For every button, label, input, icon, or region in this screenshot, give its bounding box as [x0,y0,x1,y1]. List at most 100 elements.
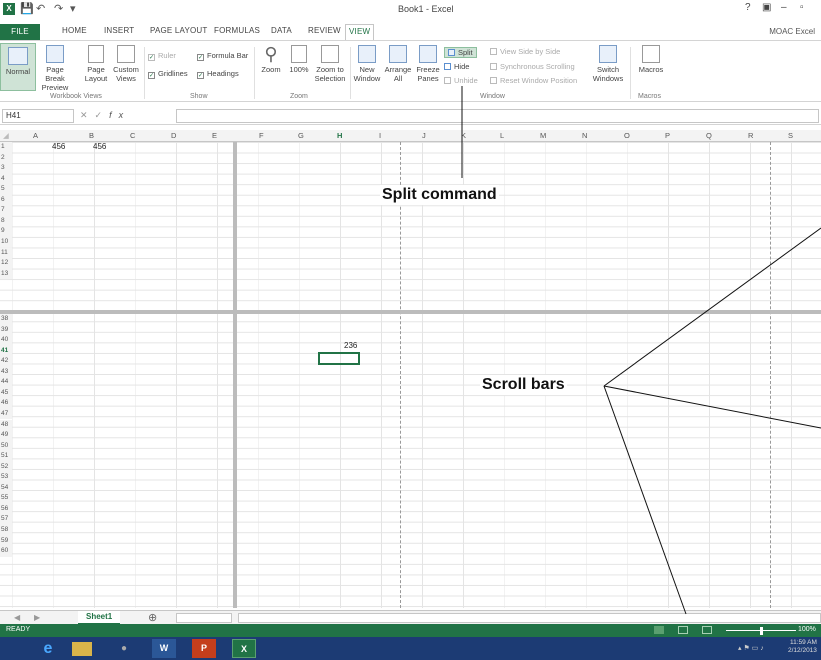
arrange-all-button[interactable]: Arrange All [383,45,413,83]
column-header-q[interactable]: Q [706,131,712,140]
zoom-level[interactable]: 100% [798,626,816,633]
formula-bar-checkbox[interactable]: ✓ Formula Bar [197,51,248,61]
row-header[interactable]: 4 [0,173,12,185]
page-layout-status-icon[interactable] [678,626,688,634]
powerpoint-icon[interactable]: P [192,639,216,658]
switch-windows-button[interactable]: Switch Windows [592,45,624,83]
row-header[interactable]: 54 [0,482,12,494]
cell-h40[interactable]: 236 [344,341,357,350]
zoom-slider-thumb[interactable] [760,627,763,635]
file-explorer-icon[interactable] [72,642,92,656]
qat-customize-icon[interactable]: ▾ [70,2,76,15]
zoom-to-selection-button[interactable]: Zoom to Selection [313,45,347,83]
account-name[interactable]: MOAC Excel [769,27,815,36]
row-header[interactable]: 41 [0,345,12,357]
zoom-100-button[interactable]: 100% [287,45,311,74]
row-header[interactable]: 42 [0,356,12,367]
freeze-panes-button[interactable]: Freeze Panes [414,45,442,83]
tab-review[interactable]: REVIEW [308,26,341,35]
unhide-button[interactable]: Unhide [444,76,478,85]
column-header-f[interactable]: F [259,131,264,140]
undo-icon[interactable]: ↶ [36,2,45,15]
column-header-g[interactable]: G [298,131,304,140]
horizontal-scrollbar-right[interactable] [238,613,821,623]
word-icon[interactable]: W [152,639,176,658]
row-header[interactable]: 2 [0,152,12,164]
row-header[interactable]: 13 [0,268,12,280]
horizontal-scrollbar-left[interactable] [176,613,232,623]
row-header[interactable]: 39 [0,324,12,336]
tab-data[interactable]: DATA [271,26,292,35]
gridlines-checkbox[interactable]: ✓ Gridlines [148,69,188,79]
row-header[interactable]: 55 [0,493,12,504]
cell-b1[interactable]: 456 [93,142,106,151]
row-header[interactable]: 40 [0,335,12,346]
row-header[interactable]: 48 [0,419,12,430]
row-header[interactable]: 5 [0,184,12,195]
row-header[interactable]: 7 [0,205,12,216]
formula-input[interactable] [176,109,819,123]
cancel-icon[interactable]: ✕ [80,110,95,120]
view-side-by-side-button[interactable]: View Side by Side [490,47,560,56]
row-header[interactable]: 44 [0,377,12,388]
row-header[interactable]: 58 [0,525,12,536]
tab-page-layout[interactable]: PAGE LAYOUT [150,26,207,35]
split-button[interactable]: Split [444,47,477,58]
system-tray-icons[interactable]: ▴ ⚑ ▭ ♪ [738,644,764,652]
page-break-preview-button[interactable]: Page Break Preview [40,45,70,92]
macros-button[interactable]: Macros [636,45,666,74]
row-header[interactable]: 60 [0,546,12,557]
normal-view-status-icon[interactable] [654,626,664,634]
row-header[interactable]: 50 [0,440,12,452]
normal-view-button[interactable]: Normal [0,43,36,91]
row-header[interactable]: 51 [0,451,12,462]
column-header-i[interactable]: I [379,131,381,140]
tab-view[interactable]: VIEW [345,24,375,41]
internet-explorer-icon[interactable]: e [36,639,60,658]
row-header[interactable]: 57 [0,514,12,525]
next-sheet-icon[interactable]: ▶ [34,613,40,622]
ribbon-display-button[interactable]: ▣ [762,2,771,13]
tab-insert[interactable]: INSERT [104,26,134,35]
row-header[interactable]: 11 [0,247,12,258]
tab-file[interactable]: FILE [0,24,40,40]
prev-sheet-icon[interactable]: ◀ [14,613,20,622]
row-header[interactable]: 47 [0,408,12,420]
people-icon[interactable]: ● [112,639,136,658]
worksheet-grid[interactable]: 1 2 3 4 5 6 7 8 9 10 11 12 13 38 39 40 41 42 43 44 45 46 47 48… [0,142,821,608]
row-header[interactable]: 46 [0,398,12,409]
active-cell-h41[interactable] [318,352,360,365]
column-header-c[interactable]: C [130,131,135,140]
vertical-split-bar[interactable] [233,142,237,608]
zoom-button[interactable]: ⚲ Zoom [258,43,284,74]
row-header[interactable]: 3 [0,163,12,174]
row-header[interactable]: 38 [0,314,12,325]
column-header-s[interactable]: S [788,131,793,140]
row-header[interactable]: 43 [0,366,12,378]
row-header[interactable]: 12 [0,258,12,269]
fx-icon[interactable]: fx [109,110,130,120]
name-box[interactable]: H41 [2,109,74,123]
row-header[interactable]: 56 [0,503,12,515]
column-header-k[interactable]: K [461,131,466,140]
new-sheet-icon[interactable]: ⊕ [148,611,157,624]
clock[interactable]: 11:59 AM 2/12/2013 [788,639,817,655]
column-header-n[interactable]: N [582,131,587,140]
ruler-checkbox[interactable]: ✓ Ruler [148,51,176,61]
column-header-j[interactable]: J [422,131,426,140]
row-header[interactable]: 45 [0,387,12,399]
column-header-h[interactable]: H [337,131,342,140]
column-header-e[interactable]: E [212,131,217,140]
tab-home[interactable]: HOME [62,26,87,35]
help-button[interactable]: ? [745,2,751,13]
row-header[interactable]: 59 [0,535,12,547]
row-header[interactable]: 6 [0,194,12,206]
column-header-r[interactable]: R [748,131,753,140]
page-break-status-icon[interactable] [702,626,712,634]
tab-formulas[interactable]: FORMULAS [214,26,260,35]
restore-button[interactable]: ▫ [800,2,804,13]
row-header[interactable]: 8 [0,215,12,227]
column-header-l[interactable]: L [500,131,504,140]
custom-views-button[interactable]: Custom Views [112,45,140,83]
excel-taskbar-icon[interactable]: X [232,639,256,658]
